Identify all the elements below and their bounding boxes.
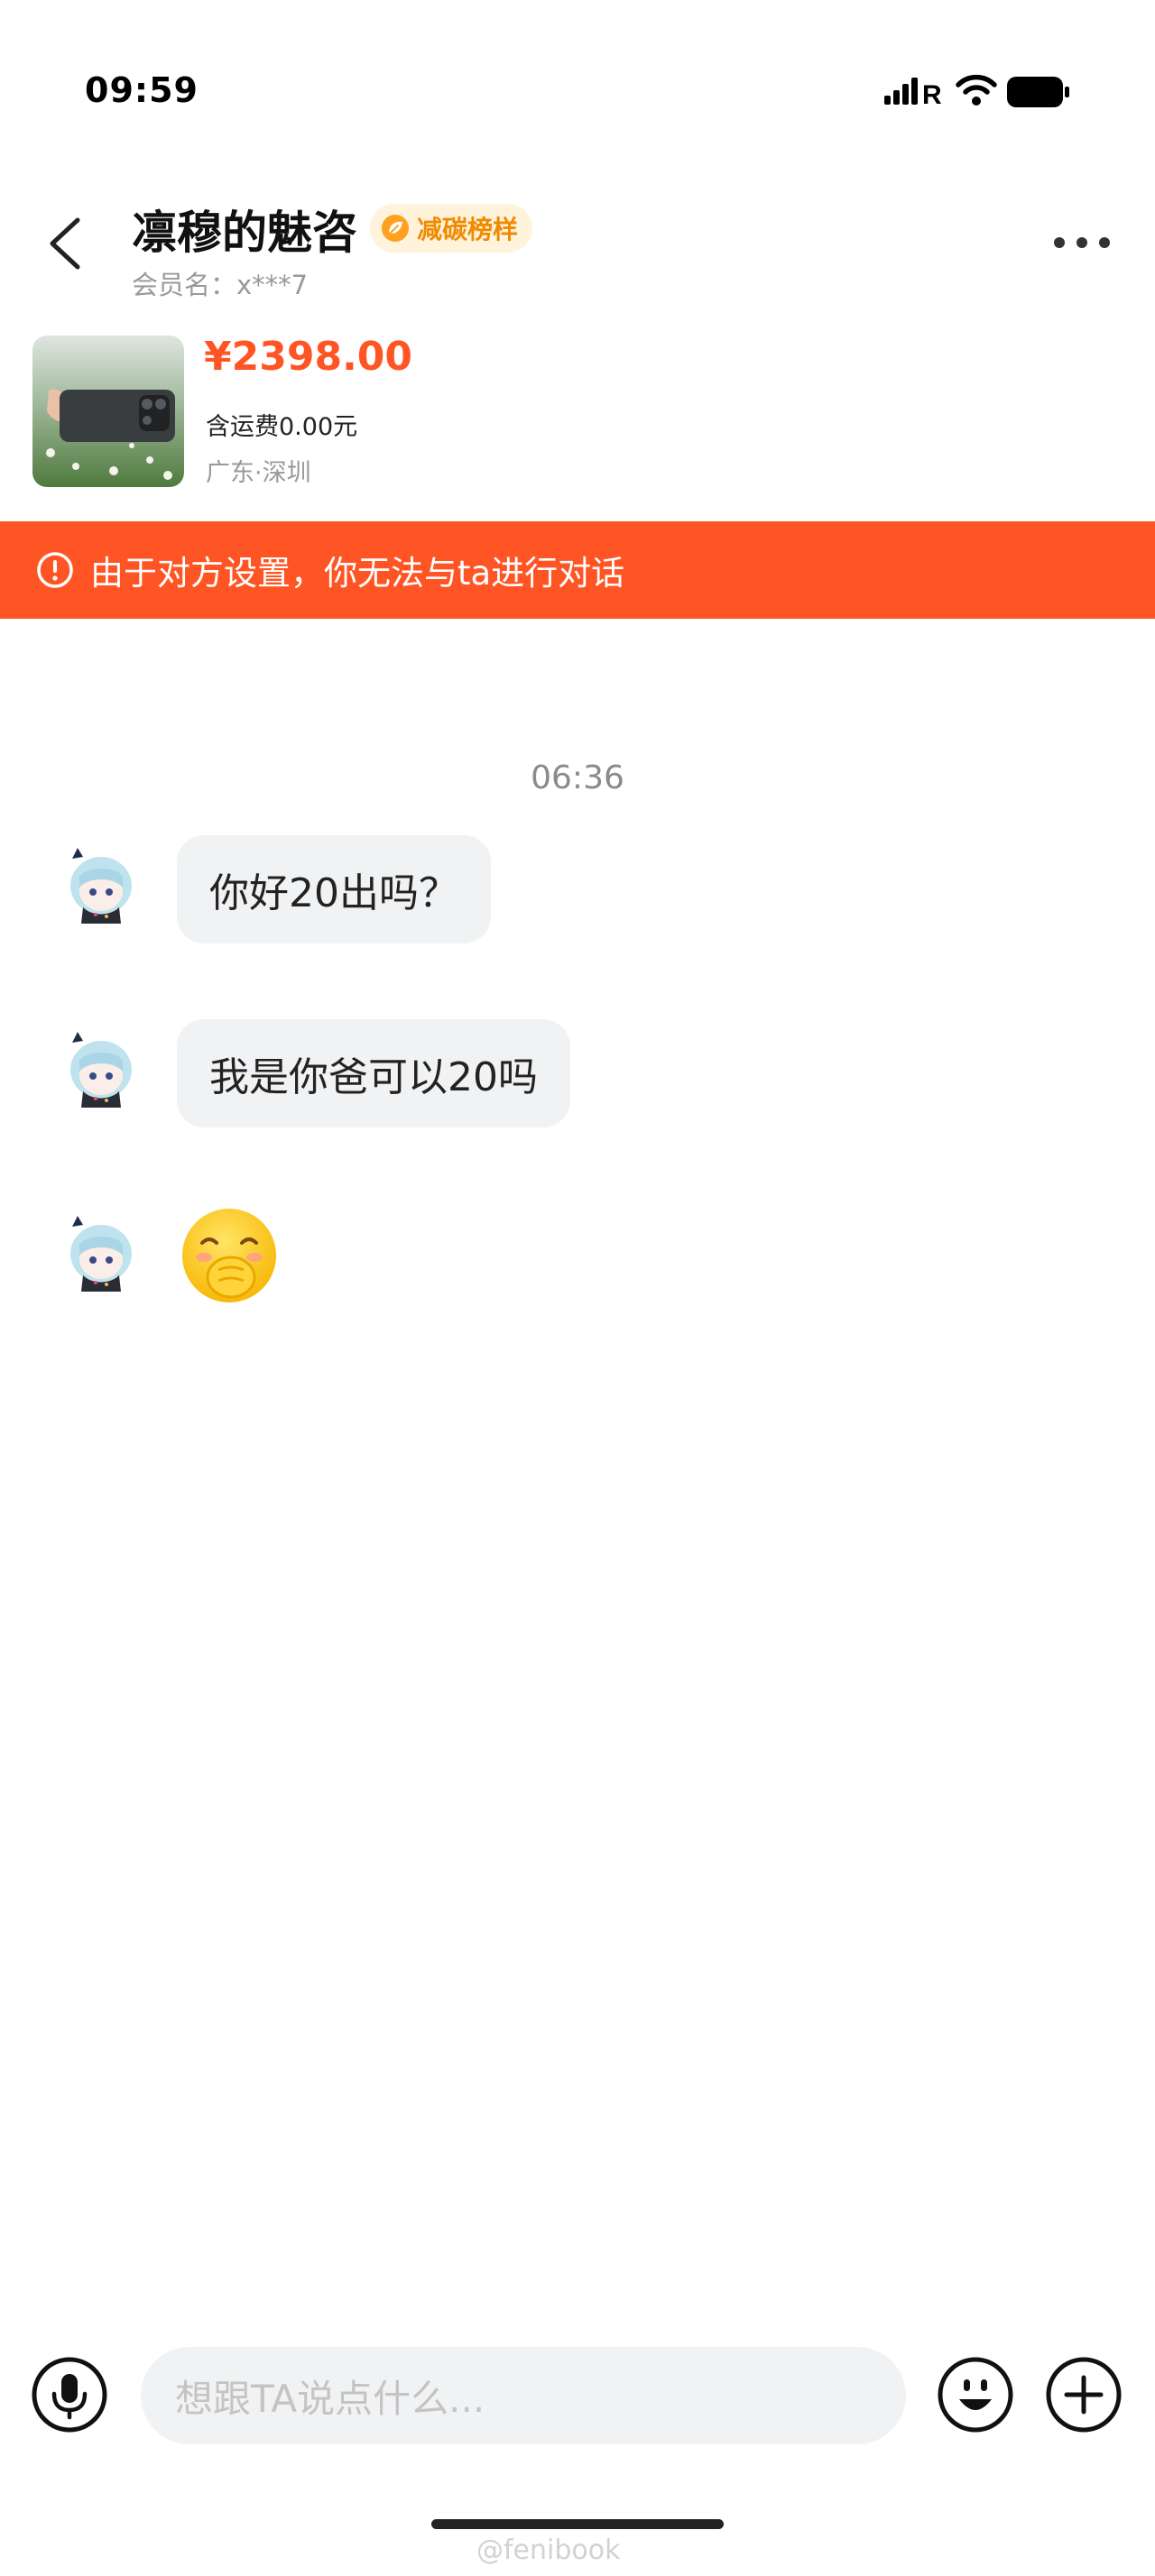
plus-circle-icon[interactable] [1045, 2356, 1123, 2433]
avatar[interactable] [56, 1025, 146, 1115]
message-bubble[interactable]: 我是你爸可以20吗 [177, 1019, 570, 1127]
status-time: 09:59 [85, 70, 199, 110]
avatar[interactable] [56, 1209, 146, 1299]
alert-circle-icon [37, 552, 73, 588]
member-name: 会员名：x***7 [132, 270, 309, 300]
battery-icon [1007, 77, 1069, 107]
anime-avatar-image [56, 1025, 146, 1115]
wifi-icon [956, 74, 997, 106]
anime-avatar-image [56, 1209, 146, 1299]
product-price: ¥2398.00 [204, 334, 413, 380]
carrier-mark: R [922, 80, 942, 106]
avatar[interactable] [56, 841, 146, 931]
message-input[interactable]: 想跟TA说点什么... [141, 2347, 906, 2444]
smiley-icon[interactable] [937, 2356, 1014, 2433]
shipping-info: 含运费0.00元 [206, 413, 358, 441]
message-text: 你好20出吗？ [209, 870, 458, 916]
message-text: 我是你爸可以20吗 [209, 1054, 538, 1100]
watermark: @fenibook [476, 2535, 621, 2566]
badge-label: 减碳榜样 [417, 215, 519, 244]
chat-timestamp: 06:36 [531, 759, 624, 796]
phone-photo-image [32, 336, 184, 487]
product-thumbnail[interactable] [32, 336, 184, 487]
microphone-icon[interactable] [31, 2356, 108, 2433]
back-chevron-icon[interactable] [43, 215, 90, 272]
carbon-badge[interactable]: 减碳榜样 [370, 204, 533, 253]
cellular-signal-icon: R [884, 78, 942, 106]
anime-avatar-image [56, 841, 146, 931]
home-indicator[interactable] [431, 2519, 724, 2529]
more-dots-icon[interactable] [1052, 233, 1112, 253]
message-bubble[interactable]: 你好20出吗？ [177, 835, 491, 943]
warning-text: 由于对方设置，你无法与ta进行对话 [90, 554, 625, 593]
covering-mouth-emoji-icon[interactable] [179, 1205, 280, 1306]
seller-name: 凛穆的魅咨 [132, 207, 357, 259]
blocked-warning-bar: 由于对方设置，你无法与ta进行对话 [0, 521, 1155, 619]
leaf-badge-icon [382, 215, 409, 242]
product-location: 广东·深圳 [206, 459, 311, 487]
input-placeholder: 想跟TA说点什么... [175, 2376, 485, 2421]
